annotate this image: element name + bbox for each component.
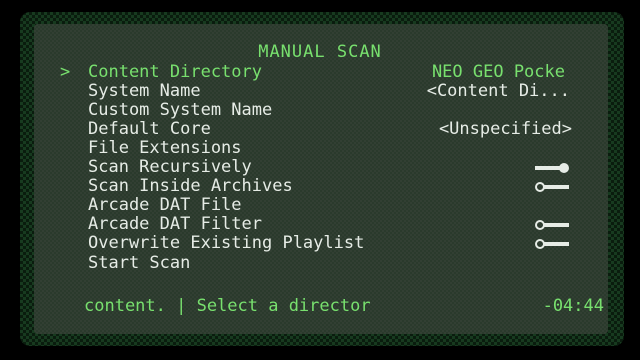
menu-item-label: Overwrite Existing Playlist (88, 233, 365, 253)
menu-item-label: Scan Recursively (88, 157, 252, 177)
menu-item-scan-recursively[interactable]: Scan Recursively (60, 158, 580, 177)
toggle-off-icon[interactable] (535, 239, 569, 249)
menu-item-label: Scan Inside Archives (88, 176, 293, 196)
menu-item-label: System Name (88, 81, 201, 101)
menu-item-label: Default Core (88, 119, 211, 139)
menu-item-system-name[interactable]: System Name <Content Di... (60, 82, 580, 101)
manual-scan-screen: MANUAL SCAN > Content Directory NEO GEO … (0, 0, 640, 360)
menu-title: MANUAL SCAN (258, 42, 382, 62)
menu-item-scan-inside-archives[interactable]: Scan Inside Archives (60, 177, 580, 196)
footer-sublabel: content. | Select a director (84, 296, 371, 316)
menu-item-start-scan[interactable]: Start Scan (60, 254, 580, 273)
menu-item-label: Arcade DAT Filter (88, 214, 262, 234)
menu-item-label: Arcade DAT File (88, 195, 242, 215)
menu-item-custom-system-name[interactable]: Custom System Name (60, 101, 580, 120)
toggle-off-icon[interactable] (535, 220, 569, 230)
menu-item-label: Custom System Name (88, 100, 273, 120)
menu-item-value: NEO GEO Pocke (431, 62, 565, 82)
menu-item-default-core[interactable]: <Unspecified> Default Core (60, 120, 580, 139)
clock: -04:44 (542, 296, 604, 316)
menu-item-content-directory[interactable]: > Content Directory NEO GEO Pocke (60, 63, 580, 82)
toggle-off-icon[interactable] (535, 182, 569, 192)
menu-item-arcade-dat-filter[interactable]: Arcade DAT Filter (60, 215, 580, 234)
menu-item-value: <Content Di... (426, 81, 570, 101)
menu-item-label: Content Directory (88, 62, 262, 82)
menu-item-file-extensions[interactable]: File Extensions (60, 139, 580, 158)
selection-cursor-icon: > (60, 62, 71, 82)
menu-item-label: Start Scan (88, 253, 191, 273)
menu-item-value: <Unspecified> (438, 119, 572, 139)
status-footer: content. | Select a director -04:44 (84, 296, 604, 316)
toggle-on-icon[interactable] (535, 163, 569, 173)
menu-item-overwrite-existing-playlist[interactable]: Overwrite Existing Playlist (60, 234, 580, 253)
menu-item-arcade-dat-file[interactable]: Arcade DAT File (60, 196, 580, 215)
menu-item-label: File Extensions (88, 138, 242, 158)
